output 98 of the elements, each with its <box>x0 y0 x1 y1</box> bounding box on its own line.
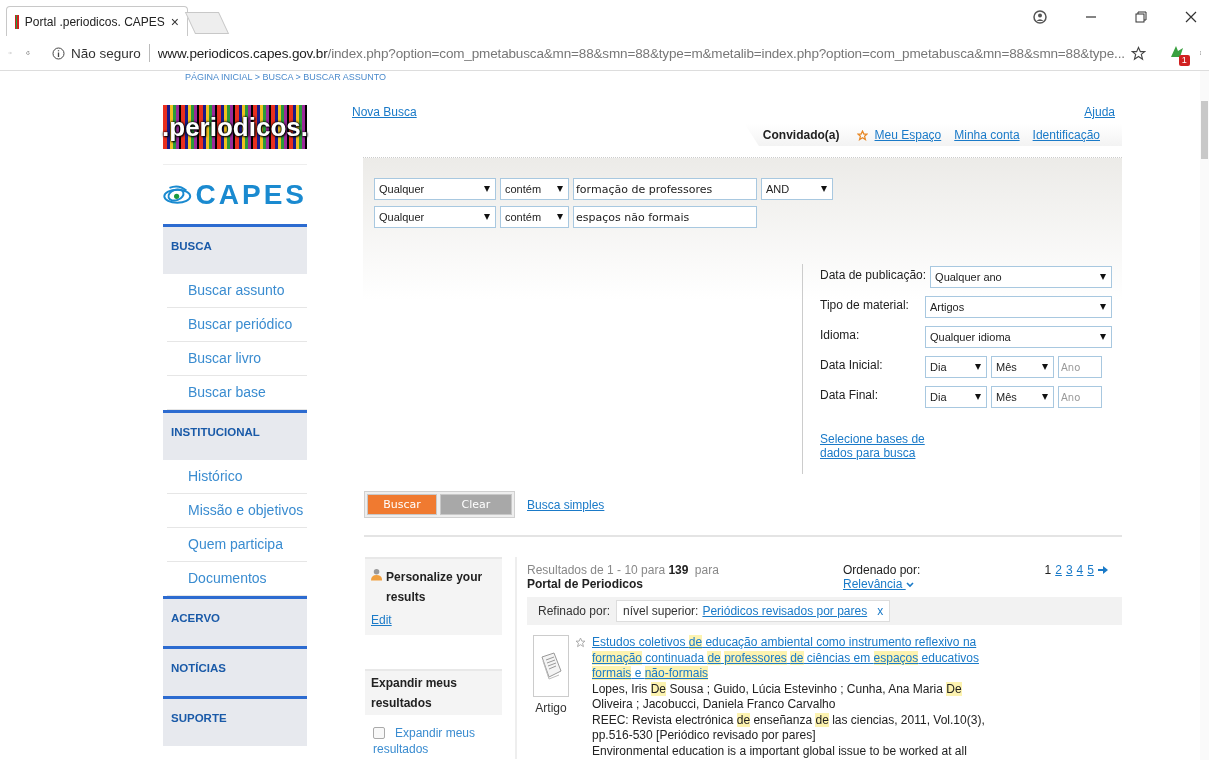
result-abstract: Environmental education is a important global issue to be worked at all <box>592 743 968 759</box>
month-select[interactable]: Mês <box>991 356 1054 378</box>
field-select[interactable]: Qualquer <box>374 178 496 200</box>
sidebar-item[interactable]: Missão e objetivos <box>167 494 307 528</box>
caret-icon <box>484 186 490 192</box>
user-name: Convidado(a) <box>762 128 840 142</box>
checkbox[interactable] <box>373 727 385 739</box>
filter-select[interactable]: Artigos <box>925 296 1112 318</box>
sidebar-item[interactable]: Buscar periódico <box>167 308 307 342</box>
year-field[interactable]: Ano <box>1058 386 1102 408</box>
page-link[interactable]: 4 <box>1076 563 1084 577</box>
panel-title: Personalize your results <box>386 569 484 606</box>
capes-logo-text: CAPES <box>195 179 307 211</box>
checkbox-label[interactable]: Expandir meus resultados <box>373 725 502 757</box>
results-source: Portal de Periodicos <box>527 577 645 591</box>
filter-select[interactable]: Qualquer ano <box>930 266 1112 288</box>
browser-tab[interactable]: Portal .periodicos. CAPES × <box>6 6 188 36</box>
caret-icon <box>821 186 827 192</box>
url-text: www.periodicos.capes.gov.br/index.php?option=com_pmetabusca&mn=88&smn=88&type=m&metalib=index.php?option=com_pmetabusca&mn=88&smn=88&type... <box>157 45 1125 61</box>
sidebar-section[interactable]: BUSCA <box>163 224 307 274</box>
search-term-field[interactable]: espaços não formais <box>573 206 757 228</box>
sidebar-section[interactable]: ACERVO <box>163 596 307 646</box>
year-field[interactable]: Ano <box>1058 356 1102 378</box>
star-icon[interactable] <box>575 637 586 648</box>
filter-select[interactable]: Qualquer idioma <box>925 326 1112 348</box>
remove-filter-button[interactable]: x <box>877 604 884 618</box>
site-icon <box>15 14 19 29</box>
account-link[interactable]: Meu Espaço <box>874 128 942 142</box>
document-icon <box>533 635 569 697</box>
simple-search-link[interactable]: Busca simples <box>527 497 605 512</box>
day-select[interactable]: Dia <box>925 356 987 378</box>
caret-icon <box>1042 364 1048 370</box>
search-term-field[interactable]: formação de professores <box>573 178 757 200</box>
edit-link[interactable]: Edit <box>371 613 392 627</box>
info-icon <box>51 46 65 60</box>
caret-icon <box>557 214 563 220</box>
sort-dropdown[interactable]: Relevância <box>843 577 914 591</box>
caret-icon <box>1100 274 1106 280</box>
day-select[interactable]: Dia <box>925 386 987 408</box>
scrollbar[interactable] <box>1200 71 1209 760</box>
sidebar-section[interactable]: INSTITUCIONAL <box>163 410 307 460</box>
close-icon[interactable] <box>1185 11 1197 23</box>
document-type: Artigo <box>535 701 567 715</box>
sidebar-item[interactable]: Histórico <box>167 460 307 494</box>
star-icon[interactable] <box>1130 45 1146 61</box>
sidebar-item[interactable]: Quem participa <box>167 528 307 562</box>
profile-icon[interactable] <box>1033 10 1047 24</box>
results-summary: Resultados de 1 - 10 para 139 para <box>527 563 719 577</box>
star-icon <box>856 129 868 141</box>
new-tab-button[interactable] <box>184 12 230 34</box>
filter-link[interactable]: Periódicos revisados por pares <box>702 604 868 618</box>
security-label: Não seguro <box>70 45 141 61</box>
operator-select[interactable]: contém <box>500 178 569 200</box>
page-link[interactable]: 2 <box>1055 563 1062 577</box>
filter-label: Tipo de material: <box>820 297 910 314</box>
sidebar-section[interactable]: NOTÍCIAS <box>163 646 307 696</box>
sidebar-item[interactable]: Buscar assunto <box>167 274 307 308</box>
operator-select[interactable]: contém <box>500 206 569 228</box>
person-icon <box>371 567 383 582</box>
page-link[interactable]: 1 <box>1044 563 1052 577</box>
filter-label: Idioma: <box>820 327 861 344</box>
close-tab-button[interactable]: × <box>170 13 179 30</box>
caret-icon <box>484 214 490 220</box>
month-select[interactable]: Mês <box>991 386 1054 408</box>
search-button[interactable]: Buscar <box>367 494 437 515</box>
caret-icon <box>975 364 981 370</box>
restore-icon[interactable] <box>1135 11 1147 23</box>
refine-label: Refinado por: <box>538 604 611 618</box>
caret-icon <box>1100 334 1106 340</box>
caret-icon <box>1100 304 1106 310</box>
breadcrumb[interactable]: PÁGINA INICIAL > BUSCA > BUSCAR ASSUNTO <box>163 72 387 83</box>
caret-icon <box>557 186 563 192</box>
account-link[interactable]: Minha conta <box>954 128 1020 142</box>
address-bar[interactable]: Não seguro www.periodicos.capes.gov.br/index.php?option=com_pmetabusca&mn=88&smn=88&type=m&metalib=index.php?option=com_pmetabusca&mn=88&smn=88&type... <box>43 40 1154 66</box>
filter-label: Data de publicação: <box>820 267 927 284</box>
result-source: REEC: Revista electrónica de enseñanza de las ciencias, 2011, Vol.10(3), pp.516-530 [Periódico revisado por pares] <box>592 712 986 744</box>
result-title-link[interactable]: Estudos coletivos de educação ambiental como instrumento reflexivo na formação continuada de professores de ciências em espaços educativos formais e não-formais <box>592 635 1002 682</box>
select-databases-link[interactable]: Selecione bases de dados para busca <box>820 432 930 460</box>
new-search-link[interactable]: Nova Busca <box>352 105 417 119</box>
panel-title: Expandir meus resultados <box>365 669 502 715</box>
field-select[interactable]: Qualquer <box>374 206 496 228</box>
page-link[interactable]: 5 <box>1087 563 1094 577</box>
filter-label: Data Inicial: <box>820 357 884 374</box>
next-arrow-icon[interactable] <box>1098 565 1108 575</box>
chip-label: nível superior: <box>623 604 699 618</box>
boolean-select[interactable]: AND <box>761 178 833 200</box>
extension-badge: 1 <box>1178 55 1190 66</box>
caret-icon <box>975 394 981 400</box>
page-link[interactable]: 3 <box>1065 563 1073 577</box>
help-link[interactable]: Ajuda <box>1084 105 1115 119</box>
sort-label: Ordenado por: <box>843 563 921 577</box>
sidebar-section[interactable]: SUPORTE <box>163 696 307 746</box>
tab-title: Portal .periodicos. CAPES <box>24 14 165 29</box>
filter-label: Data Final: <box>820 387 880 404</box>
account-link[interactable]: Identificação <box>1032 128 1100 142</box>
caret-icon <box>1042 394 1048 400</box>
sidebar-item[interactable]: Buscar livro <box>167 342 307 376</box>
chevron-down-icon <box>905 582 914 588</box>
